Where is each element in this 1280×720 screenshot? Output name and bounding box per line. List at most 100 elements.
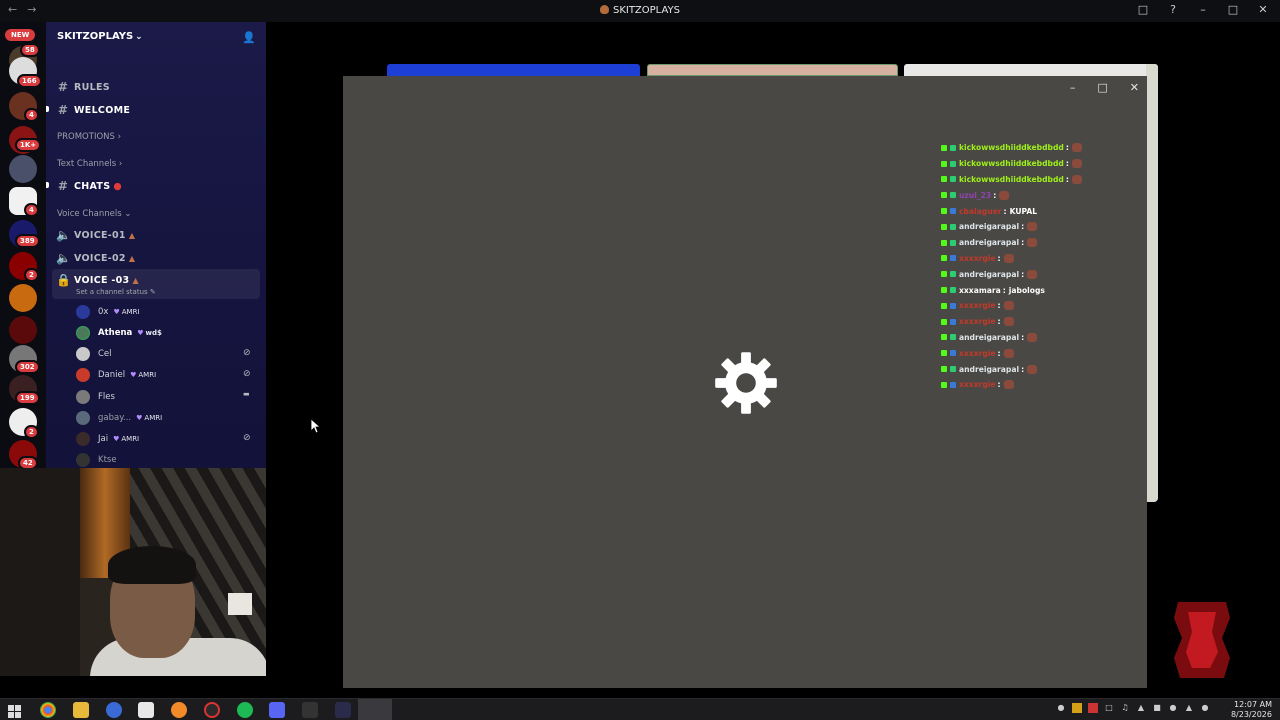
minimize-button[interactable]: – <box>1070 81 1076 94</box>
voice-member[interactable]: gabay... AMRI <box>76 411 162 425</box>
chat-separator: : <box>1021 222 1025 232</box>
stream-player-window[interactable]: – □ ✕ kickowwsdhiiddkebdbdd: kickowwsdhii… <box>343 76 1147 688</box>
tray-app-icon[interactable]: ■ <box>1152 703 1162 713</box>
active-app-button[interactable] <box>358 699 392 720</box>
chrome-profile-icon[interactable] <box>106 702 122 718</box>
start-button[interactable] <box>8 703 21 718</box>
minimize-button[interactable]: – <box>1196 3 1210 16</box>
chat-username[interactable]: cbalaguer <box>959 207 1002 216</box>
unread-indicator <box>46 106 49 112</box>
background-tile <box>904 64 1158 76</box>
chat-separator: : <box>1002 285 1006 295</box>
avatar <box>76 453 90 467</box>
server-icon[interactable] <box>9 284 37 312</box>
member-name: Athena <box>98 328 133 338</box>
chat-text: KUPAL <box>1009 206 1038 216</box>
microphone-icon[interactable]: ● <box>1056 703 1066 713</box>
file-explorer-icon[interactable] <box>73 702 89 718</box>
network-icon[interactable]: □ <box>1104 703 1114 713</box>
app-icon[interactable] <box>171 702 187 718</box>
channel-sidebar: SKITZOPLAYS ⌄ 👤 # RULES # WELCOME PROMOTION… <box>46 22 266 470</box>
maximize-button[interactable]: □ <box>1226 3 1240 16</box>
voice-member[interactable]: Cel <box>76 347 112 361</box>
voice-member[interactable]: Ktse <box>76 453 117 467</box>
chrome-icon[interactable] <box>40 702 56 718</box>
maximize-button[interactable]: □ <box>1097 81 1107 94</box>
chat-message: xxxxrgie: <box>941 377 1141 393</box>
server-name-header[interactable]: SKITZOPLAYS ⌄ <box>57 31 143 42</box>
system-tray: ● □ ♫ ▲ ■ ● ▲ ● <box>1056 703 1210 713</box>
streaming-icon: ▬ <box>243 390 250 398</box>
channel-chats[interactable]: # CHATS ● <box>56 179 122 193</box>
server-icon[interactable] <box>9 316 37 344</box>
voice-channel-01[interactable]: 🔈 VOICE-01 ▲ <box>56 228 135 242</box>
spotify-icon[interactable] <box>237 702 253 718</box>
chat-message: xxxxrgie: <box>941 298 1141 314</box>
member-tag: AMRI <box>130 371 156 379</box>
chat-emote-icon <box>1071 174 1082 184</box>
chat-username[interactable]: kickowwsdhiiddkebdbdd <box>959 159 1064 168</box>
voice-channel-02[interactable]: 🔈 VOICE-02 ▲ <box>56 251 135 265</box>
chat-username[interactable]: andreigarapal <box>959 222 1019 231</box>
chat-separator: : <box>997 380 1001 390</box>
chat-username[interactable]: andreigarapal <box>959 333 1019 342</box>
close-button[interactable]: ✕ <box>1130 81 1139 94</box>
app-icon[interactable] <box>269 702 285 718</box>
chat-username[interactable]: kickowwsdhiiddkebdbdd <box>959 175 1064 184</box>
chat-username[interactable]: xxxxrgie <box>959 317 996 326</box>
close-button[interactable]: ✕ <box>1256 3 1270 16</box>
unread-indicator <box>46 182 49 188</box>
category-text-channels[interactable]: Text Channels › <box>57 159 122 169</box>
tray-app-icon[interactable] <box>1088 703 1098 713</box>
help-icon[interactable]: ? <box>1166 3 1180 16</box>
channel-logo <box>1174 602 1230 678</box>
kick-badge-icon <box>941 318 947 325</box>
category-voice-channels[interactable]: Voice Channels ⌄ <box>57 209 131 219</box>
chat-emote-icon <box>1027 222 1038 232</box>
chat-username[interactable]: xxxamara <box>959 286 1001 295</box>
chat-message: andreigarapal: <box>941 330 1141 346</box>
chat-separator: : <box>1003 206 1007 216</box>
chat-username[interactable]: xxxxrgie <box>959 349 996 358</box>
chat-username[interactable]: andreigarapal <box>959 365 1019 374</box>
chat-username[interactable]: kickowwsdhiiddkebdbdd <box>959 143 1064 152</box>
subscriber-badge-icon <box>950 160 956 167</box>
app-icon[interactable] <box>335 702 351 718</box>
chat-username[interactable]: xxxxrgie <box>959 254 996 263</box>
volume-icon[interactable]: ♫ <box>1120 703 1130 713</box>
chat-username[interactable]: andreigarapal <box>959 270 1019 279</box>
chat-username[interactable]: uzul_23 <box>959 191 991 200</box>
channel-rules[interactable]: # RULES <box>56 80 110 94</box>
speaker-icon: 🔈 <box>56 228 72 242</box>
tray-app-icon[interactable]: ▲ <box>1184 703 1194 713</box>
tray-app-icon[interactable] <box>1072 703 1082 713</box>
tray-app-icon[interactable]: ● <box>1200 703 1210 713</box>
muted-mic-icon: ⊘ <box>243 348 251 358</box>
notepad-icon[interactable] <box>138 702 154 718</box>
chat-username[interactable]: xxxxrgie <box>959 380 996 389</box>
channel-label: RULES <box>74 81 110 93</box>
server-icon[interactable] <box>9 155 37 183</box>
category-promotions[interactable]: PROMOTIONS › <box>57 132 121 142</box>
chat-username[interactable]: xxxxrgie <box>959 301 996 310</box>
voice-member[interactable]: Jai AMRI <box>76 432 139 446</box>
add-member-icon[interactable]: 👤 <box>242 31 256 44</box>
voice-member[interactable]: 0x AMRI <box>76 305 140 319</box>
voice-member[interactable]: Fles <box>76 390 115 404</box>
chat-username[interactable]: andreigarapal <box>959 238 1019 247</box>
channel-status-prompt[interactable]: Set a channel status ✎ <box>76 288 156 296</box>
tray-app-icon[interactable]: ● <box>1168 703 1178 713</box>
forward-arrow-icon[interactable]: → <box>27 3 36 16</box>
app-icon[interactable] <box>302 702 318 718</box>
obs-icon[interactable] <box>204 702 220 718</box>
back-arrow-icon[interactable]: ← <box>8 3 17 16</box>
channel-welcome[interactable]: # WELCOME <box>56 103 130 117</box>
system-clock[interactable]: 12:07 AM 8/23/2026 <box>1231 700 1272 720</box>
tray-app-icon[interactable]: ▲ <box>1136 703 1146 713</box>
voice-member[interactable]: Athena wd$ <box>76 326 162 340</box>
muted-mic-icon: ⊘ <box>243 369 251 379</box>
voice-channel-03[interactable]: 🔒 VOICE -03 ▲ <box>56 273 139 287</box>
new-badge[interactable]: NEW <box>5 29 36 41</box>
voice-member[interactable]: Daniel AMRI <box>76 368 156 382</box>
inbox-icon[interactable]: □ <box>1136 3 1150 16</box>
